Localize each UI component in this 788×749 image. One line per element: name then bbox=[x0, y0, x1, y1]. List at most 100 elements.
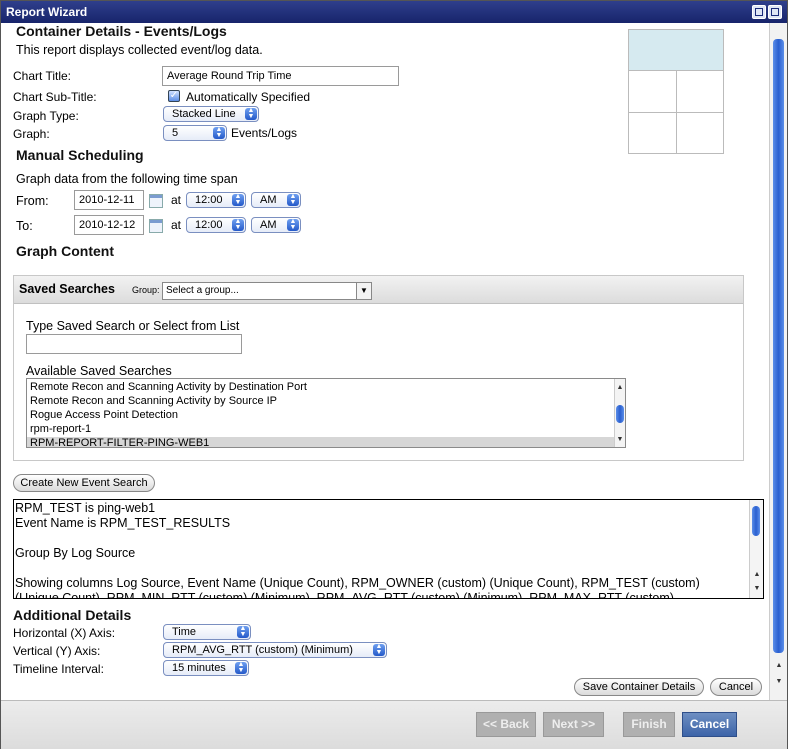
scroll-up-icon[interactable]: ▲ bbox=[752, 570, 762, 580]
maximize-button[interactable] bbox=[768, 5, 782, 19]
cancel-wizard-button[interactable]: Cancel bbox=[682, 712, 737, 737]
window-scroll-thumb[interactable] bbox=[773, 39, 784, 653]
updown-icon: ▲ ▼ bbox=[373, 643, 385, 656]
list-item[interactable]: Remote Recon and Scanning Activity by De… bbox=[27, 381, 625, 395]
interval-label: Timeline Interval: bbox=[13, 662, 104, 676]
from-date-input[interactable]: 2010-12-11 bbox=[74, 190, 144, 210]
saved-searches-title: Saved Searches bbox=[19, 282, 115, 296]
updown-icon: ▲ ▼ bbox=[235, 661, 247, 674]
group-select[interactable]: Select a group... ▼ bbox=[162, 282, 372, 300]
detail-line: Group By Log Source bbox=[15, 546, 136, 560]
search-details-text[interactable]: RPM_TEST is ping-web1 Event Name is RPM_… bbox=[13, 499, 764, 599]
window-scrollbar[interactable]: ▲ ▼ bbox=[769, 23, 787, 700]
type-search-label: Type Saved Search or Select from List bbox=[26, 319, 240, 333]
list-item[interactable]: rpm-report-1 bbox=[27, 423, 625, 437]
minimize-button[interactable] bbox=[752, 5, 766, 19]
layout-cell-top[interactable] bbox=[629, 30, 723, 71]
container-description: This report displays collected event/log… bbox=[16, 43, 263, 57]
group-select-value: Select a group... bbox=[166, 285, 239, 296]
type-search-input[interactable] bbox=[26, 334, 242, 354]
updown-icon: ▲ ▼ bbox=[237, 625, 249, 638]
wizard-footer: << Back Next >> Finish Cancel bbox=[1, 700, 787, 749]
updown-icon: ▲ ▼ bbox=[213, 126, 225, 139]
graph-count-select[interactable]: 5 ▲ ▼ bbox=[163, 125, 227, 141]
scheduling-description: Graph data from the following time span bbox=[16, 172, 238, 186]
detail-line: Showing columns Log Source, Event Name (… bbox=[15, 576, 700, 590]
updown-icon: ▲ ▼ bbox=[232, 193, 244, 206]
calendar-icon[interactable] bbox=[149, 194, 163, 208]
list-item[interactable]: Rogue Access Point Detection bbox=[27, 409, 625, 423]
list-item[interactable]: Remote Recon and Scanning Activity by So… bbox=[27, 395, 625, 409]
graph-type-label: Graph Type: bbox=[13, 109, 79, 123]
container-details-heading: Container Details - Events/Logs bbox=[16, 23, 227, 39]
scroll-down-icon[interactable]: ▼ bbox=[774, 677, 784, 687]
maximize-icon bbox=[771, 8, 779, 16]
from-at-label: at bbox=[171, 193, 182, 207]
x-axis-label: Horizontal (X) Axis: bbox=[13, 626, 116, 640]
detail-line bbox=[15, 561, 763, 576]
scroll-down-icon[interactable]: ▼ bbox=[752, 584, 762, 594]
interval-select[interactable]: 15 minutes ▲ ▼ bbox=[163, 660, 249, 676]
detail-line bbox=[15, 531, 763, 546]
manual-scheduling-heading: Manual Scheduling bbox=[16, 147, 144, 163]
to-ampm-value: AM bbox=[260, 219, 277, 231]
to-ampm-select[interactable]: AM ▲ ▼ bbox=[251, 217, 301, 233]
window-titlebar: Report Wizard bbox=[1, 1, 787, 23]
to-time-value: 12:00 bbox=[195, 219, 223, 231]
detail-line: (Unique Count), RPM_MIN_RTT (custom) (Mi… bbox=[15, 591, 674, 599]
to-at-label: at bbox=[171, 218, 182, 232]
graph-unit-label: Events/Logs bbox=[231, 126, 298, 140]
details-scrollbar[interactable]: ▲ ▼ bbox=[749, 500, 763, 598]
scroll-up-icon[interactable]: ▲ bbox=[615, 383, 625, 393]
updown-icon: ▲ ▼ bbox=[287, 193, 299, 206]
list-item-selected[interactable]: RPM-REPORT-FILTER-PING-WEB1 bbox=[27, 437, 625, 447]
y-axis-value: RPM_AVG_RTT (custom) (Minimum) bbox=[172, 644, 353, 656]
minimize-icon bbox=[755, 8, 763, 16]
y-axis-select[interactable]: RPM_AVG_RTT (custom) (Minimum) ▲ ▼ bbox=[163, 642, 387, 658]
scroll-up-icon[interactable]: ▲ bbox=[774, 661, 784, 671]
wizard-content: Container Details - Events/Logs This rep… bbox=[1, 23, 769, 700]
from-time-select[interactable]: 12:00 ▲ ▼ bbox=[186, 192, 246, 208]
available-searches-label: Available Saved Searches bbox=[26, 364, 172, 378]
report-wizard-window: Report Wizard Container Details - Events… bbox=[0, 0, 788, 749]
next-button[interactable]: Next >> bbox=[543, 712, 604, 737]
saved-searches-header: Saved Searches Group: Select a group... … bbox=[14, 276, 743, 304]
save-container-button[interactable]: Save Container Details bbox=[574, 678, 704, 696]
x-axis-select[interactable]: Time ▲ ▼ bbox=[163, 624, 251, 640]
graph-content-heading: Graph Content bbox=[16, 243, 114, 259]
scroll-down-icon[interactable]: ▼ bbox=[615, 435, 625, 445]
detail-line: RPM_TEST is ping-web1 bbox=[15, 501, 156, 515]
dropdown-arrow-icon: ▼ bbox=[356, 283, 371, 299]
layout-preview[interactable] bbox=[628, 29, 724, 154]
details-scroll-thumb[interactable] bbox=[752, 506, 760, 536]
graph-label: Graph: bbox=[13, 127, 50, 141]
from-ampm-value: AM bbox=[260, 194, 277, 206]
auto-specified-label: Automatically Specified bbox=[186, 90, 311, 104]
to-date-input[interactable]: 2010-12-12 bbox=[74, 215, 144, 235]
to-time-select[interactable]: 12:00 ▲ ▼ bbox=[186, 217, 246, 233]
cancel-container-button[interactable]: Cancel bbox=[710, 678, 762, 696]
graph-count-value: 5 bbox=[172, 127, 179, 139]
updown-icon: ▲ ▼ bbox=[232, 218, 244, 231]
graph-type-select[interactable]: Stacked Line ▲ ▼ bbox=[163, 106, 259, 122]
from-time-value: 12:00 bbox=[195, 194, 223, 206]
additional-details-heading: Additional Details bbox=[13, 607, 132, 623]
auto-specified-checkbox[interactable]: ✓ bbox=[168, 90, 180, 102]
create-event-search-button[interactable]: Create New Event Search bbox=[13, 474, 155, 492]
from-label: From: bbox=[16, 194, 49, 208]
list-scroll-thumb[interactable] bbox=[616, 405, 624, 423]
list-scrollbar[interactable]: ▲ ▼ bbox=[614, 379, 625, 447]
from-ampm-select[interactable]: AM ▲ ▼ bbox=[251, 192, 301, 208]
group-label: Group: bbox=[132, 285, 160, 295]
finish-button[interactable]: Finish bbox=[623, 712, 675, 737]
interval-value: 15 minutes bbox=[172, 662, 226, 674]
detail-line: Event Name is RPM_TEST_RESULTS bbox=[15, 516, 231, 530]
chart-title-input[interactable]: Average Round Trip Time bbox=[162, 66, 399, 86]
window-title: Report Wizard bbox=[6, 5, 88, 19]
back-button[interactable]: << Back bbox=[476, 712, 536, 737]
updown-icon: ▲ ▼ bbox=[287, 218, 299, 231]
updown-icon: ▲ ▼ bbox=[245, 107, 257, 120]
available-searches-list[interactable]: Remote Recon and Scanning Activity by De… bbox=[26, 378, 626, 448]
chart-subtitle-label: Chart Sub-Title: bbox=[13, 90, 97, 104]
calendar-icon[interactable] bbox=[149, 219, 163, 233]
